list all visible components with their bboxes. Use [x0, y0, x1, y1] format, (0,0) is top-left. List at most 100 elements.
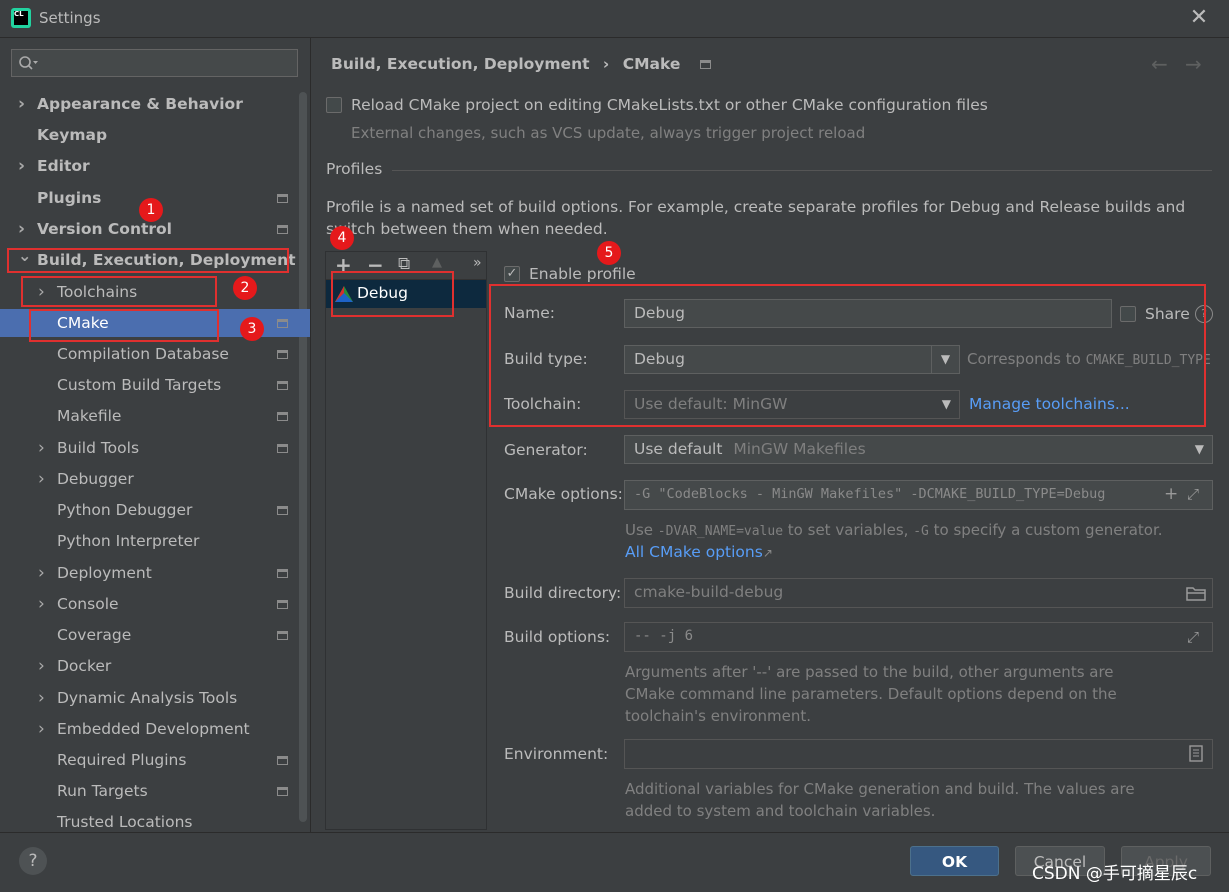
profiles-list-panel	[325, 251, 487, 830]
app-logo-badge: CL	[14, 11, 28, 25]
environment-hint-line1: Additional variables for CMake generatio…	[625, 780, 1135, 798]
add-option-icon[interactable]: +	[1164, 484, 1178, 504]
chevron-right-icon[interactable]: ›	[38, 715, 50, 743]
sidebar-item-custom-build-targets[interactable]: Custom Build Targets	[0, 371, 310, 399]
sidebar-item-appearance-behavior[interactable]: › Appearance & Behavior	[0, 90, 310, 118]
reload-label: Reload CMake project on editing CMakeLis…	[351, 96, 988, 114]
sidebar-item-deployment[interactable]: › Deployment	[0, 559, 310, 587]
sidebar-item-label: Keymap	[37, 126, 108, 144]
profiles-description: Profile is a named set of build options.…	[326, 198, 1186, 238]
chevron-down-icon[interactable]: ▼	[1195, 436, 1204, 463]
sidebar-item-build-tools[interactable]: › Build Tools	[0, 434, 310, 462]
window-title: Settings	[39, 9, 101, 27]
environment-hint: Additional variables for CMake generatio…	[625, 778, 1135, 822]
chevron-right-icon[interactable]: ›	[38, 684, 50, 712]
annotation-box-build-execution	[7, 248, 289, 273]
sidebar-item-keymap[interactable]: Keymap	[0, 121, 310, 149]
expand-icon[interactable]: ⤢	[1187, 628, 1199, 646]
project-scope-icon	[277, 225, 288, 234]
cmake-options-input[interactable]: -G "CodeBlocks - MinGW Makefiles" -DCMAK…	[624, 480, 1213, 510]
sidebar-item-makefile[interactable]: Makefile	[0, 402, 310, 430]
build-directory-label: Build directory:	[504, 584, 622, 602]
cmake-options-hint-1: Use	[625, 521, 658, 539]
chevron-right-icon[interactable]: ›	[38, 465, 50, 493]
project-scope-icon	[277, 381, 288, 390]
sidebar-item-label: Python Debugger	[57, 501, 193, 519]
help-icon[interactable]: ?	[19, 847, 47, 875]
all-cmake-options-link[interactable]: All CMake options↗	[625, 543, 773, 561]
breadcrumb-parent[interactable]: Build, Execution, Deployment	[331, 55, 590, 73]
sidebar-item-compilation-database[interactable]: Compilation Database	[0, 340, 310, 368]
sidebar-item-label: Custom Build Targets	[57, 376, 222, 394]
ok-button[interactable]: OK	[910, 846, 999, 876]
project-scope-icon	[699, 60, 711, 69]
chevron-right-icon[interactable]: ›	[38, 434, 50, 462]
build-options-hint-line3: toolchain's environment.	[625, 707, 812, 725]
chevron-right-icon[interactable]: ›	[38, 559, 50, 587]
chevron-right-icon[interactable]: ›	[18, 90, 30, 118]
enable-profile-label: Enable profile	[529, 265, 636, 283]
breadcrumb: Build, Execution, Deployment › CMake	[331, 55, 711, 73]
close-icon[interactable]: ✕	[1187, 6, 1211, 30]
enable-profile-checkbox[interactable]: ✓	[504, 266, 520, 282]
sidebar-item-label: Coverage	[57, 626, 132, 644]
cmake-options-hint-code-2: -G	[913, 524, 929, 539]
chevron-right-icon[interactable]: ›	[38, 652, 50, 680]
sidebar-item-label: Python Interpreter	[57, 532, 200, 550]
sidebar-item-debugger[interactable]: › Debugger	[0, 465, 310, 493]
forward-arrow-icon[interactable]: →	[1185, 52, 1202, 76]
sidebar-item-embedded-development[interactable]: › Embedded Development	[0, 715, 310, 743]
chevron-right-icon[interactable]: ›	[18, 215, 30, 243]
build-options-label: Build options:	[504, 628, 611, 646]
profiles-section-title: Profiles	[326, 160, 383, 178]
edit-list-icon[interactable]	[1189, 745, 1203, 762]
build-options-input[interactable]: -- -j 6	[624, 622, 1213, 652]
sidebar-item-label: Makefile	[57, 407, 122, 425]
generator-combo[interactable]: Use default MinGW Makefiles ▼	[624, 435, 1213, 464]
generator-value-hint: MinGW Makefiles	[733, 440, 866, 458]
environment-input[interactable]	[624, 739, 1213, 769]
sidebar-item-required-plugins[interactable]: Required Plugins	[0, 746, 310, 774]
external-link-icon: ↗	[762, 546, 773, 560]
project-scope-icon	[277, 787, 288, 796]
search-input[interactable]	[11, 49, 298, 77]
annotation-box-debug-profile	[331, 271, 454, 317]
cmake-options-hint: Use -DVAR_NAME=value to set variables, -…	[625, 521, 1163, 539]
sidebar-item-python-interpreter[interactable]: Python Interpreter	[0, 527, 310, 555]
reload-hint: External changes, such as VCS update, al…	[351, 124, 866, 142]
project-scope-icon	[277, 506, 288, 515]
sidebar-item-console[interactable]: › Console	[0, 590, 310, 618]
reload-checkbox[interactable]	[326, 97, 342, 113]
environment-hint-line2: added to system and toolchain variables.	[625, 802, 936, 820]
breadcrumb-separator: ›	[602, 55, 610, 73]
project-scope-icon	[277, 756, 288, 765]
folder-icon[interactable]	[1186, 585, 1206, 601]
sidebar-item-dynamic-analysis-tools[interactable]: › Dynamic Analysis Tools	[0, 684, 310, 712]
sidebar-item-coverage[interactable]: Coverage	[0, 621, 310, 649]
sidebar-item-editor[interactable]: › Editor	[0, 152, 310, 180]
sidebar-item-label: Plugins	[37, 189, 102, 207]
check-icon: ✓	[506, 266, 518, 281]
sidebar-item-docker[interactable]: › Docker	[0, 652, 310, 680]
sidebar-item-label: Embedded Development	[57, 720, 250, 738]
sidebar-item-run-targets[interactable]: Run Targets	[0, 777, 310, 805]
chevron-right-icon[interactable]: ›	[18, 152, 30, 180]
expand-icon[interactable]: ⤢	[1187, 485, 1199, 503]
move-up-icon[interactable]: ▲	[432, 255, 442, 270]
build-directory-input[interactable]: cmake-build-debug	[624, 578, 1213, 608]
sidebar-item-label: Console	[57, 595, 119, 613]
chevron-right-icon[interactable]: ›	[38, 590, 50, 618]
sidebar-item-python-debugger[interactable]: Python Debugger	[0, 496, 310, 524]
project-scope-icon	[277, 631, 288, 640]
pane-divider	[310, 37, 311, 832]
search-icon	[19, 56, 38, 70]
project-scope-icon	[277, 319, 288, 328]
watermark: CSDN @手可摘星辰c	[1032, 864, 1198, 884]
annotation-box-toolchains	[21, 276, 217, 307]
cmake-options-hint-3: to specify a custom generator.	[928, 521, 1163, 539]
more-actions-icon[interactable]: »	[473, 255, 482, 271]
environment-label: Environment:	[504, 745, 609, 763]
all-cmake-options-label: All CMake options	[625, 543, 763, 561]
sidebar-item-label: Appearance & Behavior	[37, 95, 243, 113]
back-arrow-icon[interactable]: ←	[1151, 52, 1168, 76]
